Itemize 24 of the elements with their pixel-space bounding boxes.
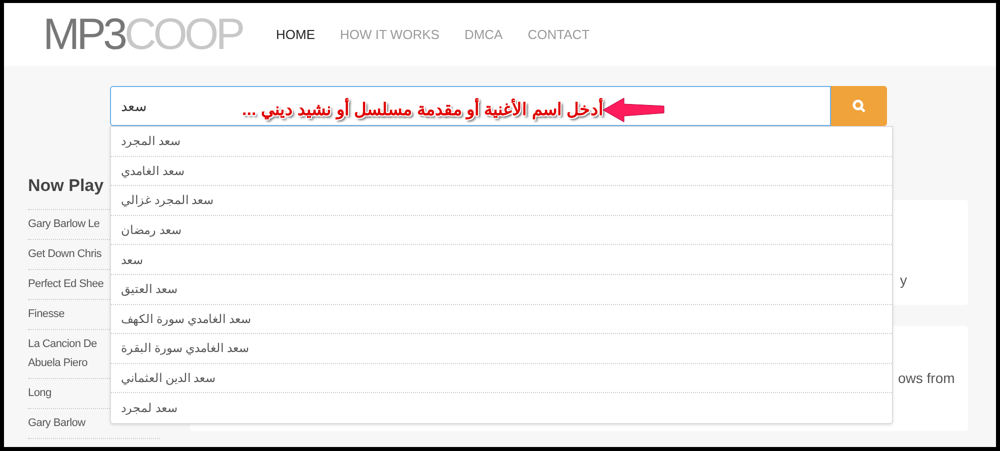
- track-link[interactable]: Finesse: [28, 304, 109, 324]
- track-link[interactable]: Gary Barlow Le: [28, 214, 109, 234]
- track-link[interactable]: La Cancion De Abuela Piero: [28, 334, 109, 372]
- annotation-text: أدخل اسم الأغنية أو مقدمة مسلسل أو نشيد ديني ...: [242, 97, 604, 122]
- suggestion-item[interactable]: سعد الدين العثماني: [111, 364, 892, 394]
- suggestion-item[interactable]: سعد الغامدي سورة الكهف: [111, 304, 892, 334]
- card-text: ows from: [898, 369, 955, 388]
- track-link[interactable]: Get Down Chris: [28, 244, 109, 264]
- suggestion-item[interactable]: سعد الغامدي سورة البقرة: [111, 334, 892, 364]
- search-icon: [852, 99, 866, 113]
- track-link[interactable]: Long: [28, 384, 109, 402]
- suggestion-item[interactable]: سعد المجرد: [111, 127, 892, 157]
- nav-link[interactable]: HOME: [276, 24, 315, 44]
- search-button[interactable]: [831, 86, 887, 126]
- suggestion-item[interactable]: سعد رمضان: [111, 216, 892, 246]
- suggestion-item[interactable]: سعد: [111, 245, 892, 275]
- card-text: y: [900, 271, 907, 290]
- track-link[interactable]: Gary Barlow: [28, 414, 109, 432]
- suggestion-item[interactable]: سعد لمجرد: [111, 393, 892, 423]
- suggestion-item[interactable]: سعد الغامدي: [111, 156, 892, 186]
- suggestion-item[interactable]: سعد العتيق: [111, 274, 892, 305]
- track-link[interactable]: Perfect Ed Shee: [28, 274, 109, 294]
- suggestion-item[interactable]: سعد المجرد غزالي: [111, 186, 892, 216]
- annotation-arrow: [602, 97, 666, 123]
